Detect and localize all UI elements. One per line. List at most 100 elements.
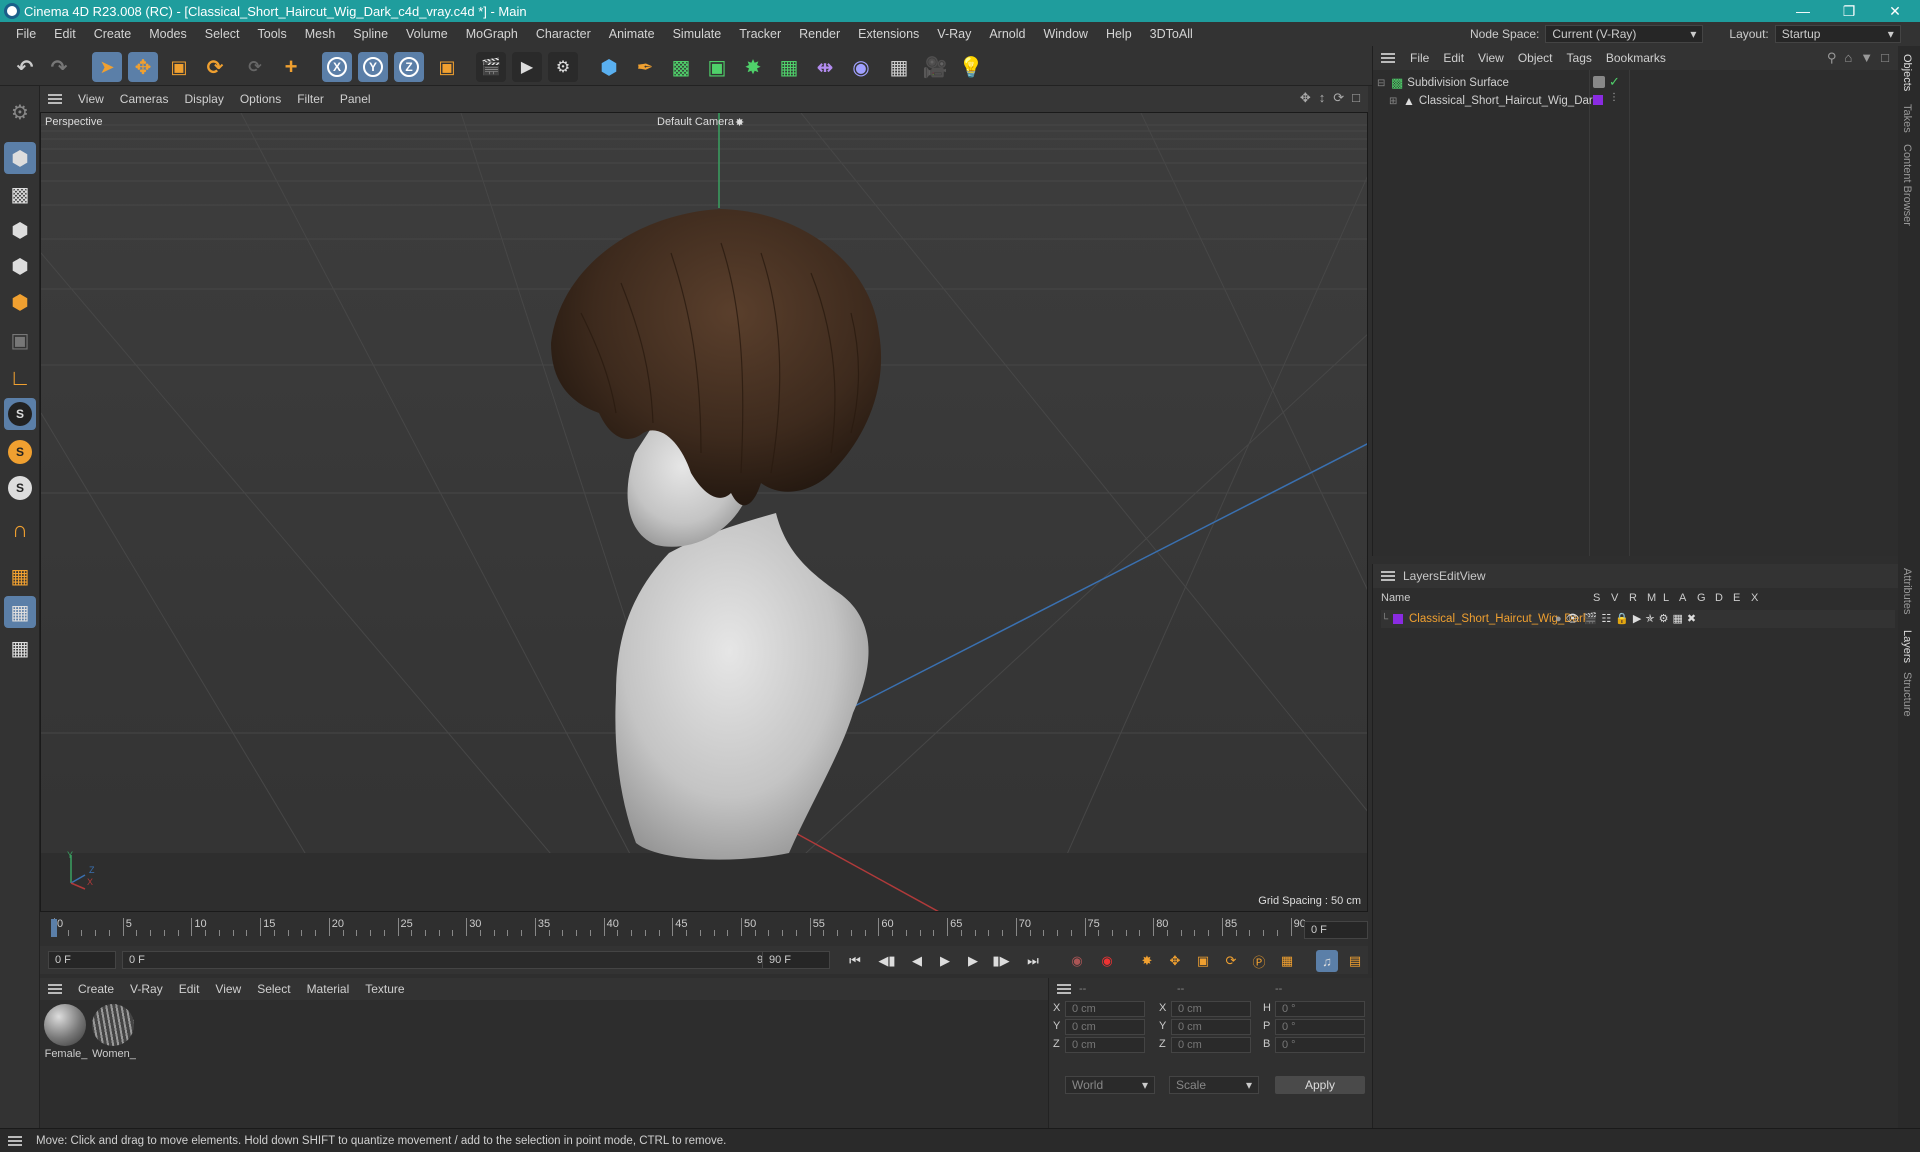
scale-tool-icon[interactable]: ▣: [164, 52, 194, 82]
new-window-icon[interactable]: □: [1881, 50, 1889, 66]
render-view-icon[interactable]: 🎬: [476, 52, 506, 82]
viewport-menu-display[interactable]: Display: [176, 92, 231, 106]
coord-field[interactable]: 0 cm: [1171, 1037, 1251, 1053]
playhead[interactable]: [51, 919, 57, 937]
layer-column-header[interactable]: E: [1733, 592, 1740, 604]
menu-spline[interactable]: Spline: [344, 22, 397, 46]
quantize-icon[interactable]: S: [4, 472, 36, 504]
checkmark-icon[interactable]: ✓: [1609, 74, 1620, 90]
visibility-eye-icon[interactable]: 👁: [1566, 612, 1580, 625]
autokey-icon[interactable]: ◉: [1096, 950, 1118, 972]
previous-frame-icon[interactable]: ◀: [906, 950, 928, 972]
visibility-toggle[interactable]: [1593, 76, 1605, 88]
pen-spline-icon[interactable]: ✒: [630, 52, 660, 82]
goto-start-icon[interactable]: ⏮: [844, 950, 866, 972]
object-menu-file[interactable]: File: [1403, 51, 1436, 65]
coord-field[interactable]: 0 °: [1275, 1037, 1365, 1053]
timeline-window-icon[interactable]: ▤: [1344, 950, 1366, 972]
menu-v-ray[interactable]: V-Ray: [928, 22, 980, 46]
coord-field[interactable]: 0 cm: [1065, 1019, 1145, 1035]
snap-icon[interactable]: S: [4, 398, 36, 430]
point-level-key-icon[interactable]: ▦: [1276, 950, 1298, 972]
viewport-menu-options[interactable]: Options: [232, 92, 289, 106]
object-menu-object[interactable]: Object: [1511, 51, 1560, 65]
object-menu-edit[interactable]: Edit: [1436, 51, 1471, 65]
next-frame-icon[interactable]: ▶: [962, 950, 984, 972]
polygon-mode-icon[interactable]: ⬢: [4, 286, 36, 318]
axis-mode-icon[interactable]: ∟: [4, 362, 36, 394]
menu-simulate[interactable]: Simulate: [664, 22, 731, 46]
dolly-icon[interactable]: ↕: [1319, 90, 1326, 106]
menu-character[interactable]: Character: [527, 22, 600, 46]
material-menu-view[interactable]: View: [207, 982, 249, 996]
render-icon[interactable]: 🎬: [1584, 612, 1598, 625]
edge-mode-icon[interactable]: ⬢: [4, 250, 36, 282]
uv-mode-icon[interactable]: ▣: [4, 324, 36, 356]
menu-edit[interactable]: Edit: [45, 22, 85, 46]
viewport-menu-panel[interactable]: Panel: [332, 92, 379, 106]
orbit-icon[interactable]: ⟳: [1333, 90, 1344, 106]
material-menu-material[interactable]: Material: [299, 982, 358, 996]
redo-icon[interactable]: ↷: [44, 52, 74, 82]
menu-render[interactable]: Render: [790, 22, 849, 46]
undo-icon[interactable]: ↶: [10, 52, 40, 82]
world-dropdown[interactable]: World ▾: [1065, 1076, 1155, 1094]
coordinate-system-icon[interactable]: ▣: [432, 52, 462, 82]
lock-icon[interactable]: 🔒: [1615, 612, 1629, 625]
next-keyframe-icon[interactable]: ▮▶: [990, 950, 1012, 972]
render-picture-viewer-icon[interactable]: ▶: [512, 52, 542, 82]
move-tool-icon[interactable]: ✥: [128, 52, 158, 82]
layer-menu-edit[interactable]: Edit: [1439, 569, 1460, 583]
coord-field[interactable]: 0 °: [1275, 1001, 1365, 1017]
layer-column-header[interactable]: L: [1663, 592, 1669, 604]
layer-column-header[interactable]: M: [1647, 592, 1656, 604]
layer-column-header[interactable]: S: [1593, 592, 1600, 604]
apply-button[interactable]: Apply: [1275, 1076, 1365, 1094]
motion-system-icon[interactable]: ♫: [1316, 950, 1338, 972]
scale-key-icon[interactable]: ▣: [1192, 950, 1214, 972]
material-menu-texture[interactable]: Texture: [357, 982, 412, 996]
coord-field[interactable]: 0 cm: [1171, 1019, 1251, 1035]
hamburger-icon[interactable]: [1057, 984, 1071, 994]
end-frame-field[interactable]: 90 F: [762, 951, 830, 969]
start-frame-field[interactable]: 0 F: [48, 951, 116, 969]
light-icon[interactable]: 💡: [956, 52, 986, 82]
layer-menu-layers[interactable]: Layers: [1403, 569, 1439, 583]
subdivision-icon[interactable]: ▩: [666, 52, 696, 82]
hamburger-icon[interactable]: [48, 94, 62, 104]
layer-column-header[interactable]: V: [1611, 592, 1618, 604]
xref-icon[interactable]: ✖: [1687, 612, 1696, 625]
make-editable-icon[interactable]: ⚙: [4, 96, 36, 128]
menu-select[interactable]: Select: [196, 22, 249, 46]
play-icon[interactable]: ▶: [934, 950, 956, 972]
menu-window[interactable]: Window: [1034, 22, 1096, 46]
expression-icon[interactable]: ▦: [1672, 612, 1682, 625]
hamburger-icon[interactable]: [48, 984, 62, 994]
grid-icon[interactable]: ▦: [4, 596, 36, 628]
object-menu-bookmarks[interactable]: Bookmarks: [1599, 51, 1673, 65]
minimize-button[interactable]: —: [1780, 0, 1826, 22]
recent-tool-icon[interactable]: ⟳: [240, 52, 270, 82]
x-axis-lock-button[interactable]: X: [322, 52, 352, 82]
magnet-icon[interactable]: ∩: [4, 514, 36, 546]
menu-mograph[interactable]: MoGraph: [457, 22, 527, 46]
layout-dropdown[interactable]: Startup ▾: [1774, 25, 1901, 43]
layer-column-header[interactable]: G: [1697, 592, 1706, 604]
extrude-icon[interactable]: ▣: [702, 52, 732, 82]
layer-column-header[interactable]: Name: [1381, 592, 1410, 604]
menu-create[interactable]: Create: [85, 22, 141, 46]
object-menu-tags[interactable]: Tags: [1560, 51, 1599, 65]
scale-dropdown[interactable]: Scale ▾: [1169, 1076, 1259, 1094]
layer-column-header[interactable]: A: [1679, 592, 1686, 604]
record-keys-icon[interactable]: ◉: [1066, 950, 1088, 972]
position-key-icon[interactable]: ✥: [1164, 950, 1186, 972]
animation-icon[interactable]: ▶: [1633, 612, 1641, 625]
array-icon[interactable]: ✸: [738, 52, 768, 82]
material-menu-v-ray[interactable]: V-Ray: [122, 982, 171, 996]
menu-3dtoall[interactable]: 3DToAll: [1141, 22, 1202, 46]
coord-field[interactable]: 0 °: [1275, 1019, 1365, 1035]
search-icon[interactable]: ⚲: [1827, 50, 1837, 66]
viewport-menu-filter[interactable]: Filter: [289, 92, 332, 106]
render-dots-icon[interactable]: ⋮: [1609, 92, 1619, 103]
expand-icon[interactable]: ⊞: [1389, 96, 1399, 107]
